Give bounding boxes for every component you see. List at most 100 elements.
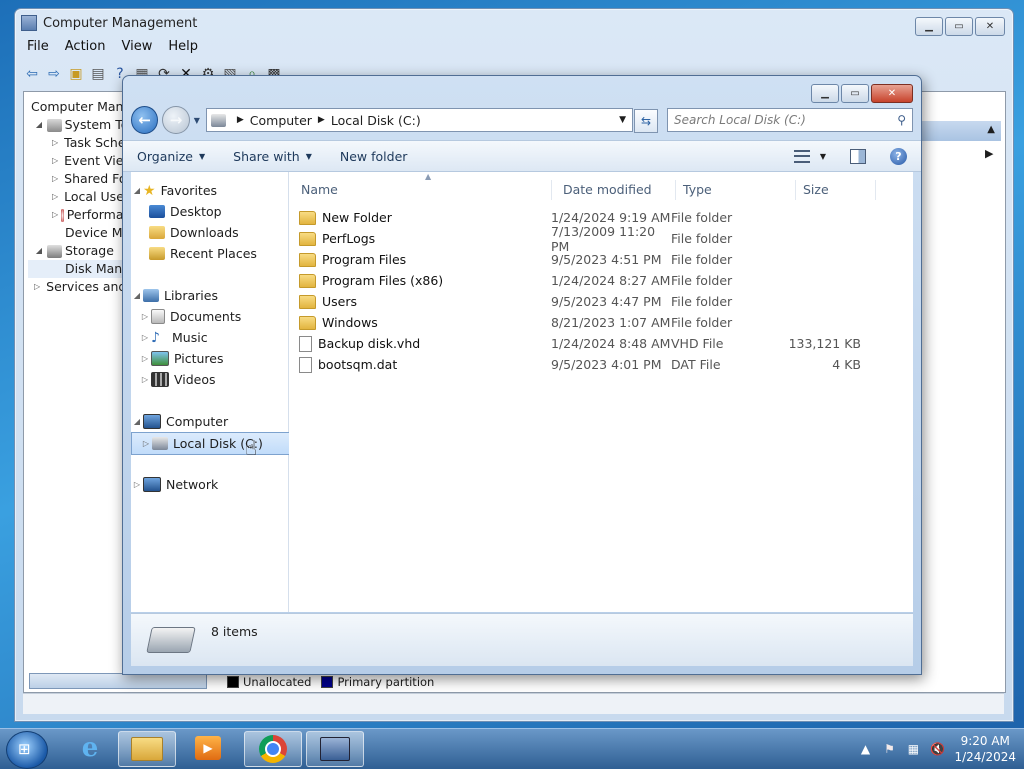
legend-primary: Primary partition bbox=[337, 675, 435, 689]
menu-action[interactable]: Action bbox=[57, 37, 114, 57]
minimize-button[interactable]: ▁ bbox=[811, 84, 839, 103]
refresh-button[interactable]: ⇆ bbox=[633, 109, 658, 133]
collapsed-arrow-icon[interactable]: ▷ bbox=[139, 312, 151, 321]
nav-videos[interactable]: ▷ Videos bbox=[131, 369, 294, 390]
taskbar: ⊞ e ▶ ▲ ⚑ ▦ 🔇 9:20 AM 1/24/2024 bbox=[0, 728, 1024, 769]
search-box[interactable]: Search Local Disk (C:) ⚲ bbox=[666, 108, 913, 132]
network-icon bbox=[143, 477, 161, 492]
nav-desktop[interactable]: Desktop bbox=[131, 201, 304, 222]
chrome-button[interactable] bbox=[244, 731, 302, 767]
back-button[interactable]: ← bbox=[131, 106, 159, 134]
action-center-flag-icon[interactable]: ⚑ bbox=[882, 742, 896, 756]
show-hide-tree-icon[interactable]: ▤ bbox=[89, 65, 107, 83]
computer-management-button[interactable] bbox=[306, 731, 364, 767]
nav-local-disk[interactable]: ▷ Local Disk (C:) bbox=[131, 432, 294, 455]
share-with-button[interactable]: Share with ▼ bbox=[219, 149, 326, 164]
breadcrumb-local-disk[interactable]: Local Disk (C:) bbox=[331, 113, 421, 128]
list-item[interactable]: Windows 8/21/2023 1:07 AM File folder bbox=[299, 312, 899, 333]
volume-muted-icon[interactable]: 🔇 bbox=[930, 742, 945, 756]
menu-file[interactable]: File bbox=[19, 37, 57, 57]
recent-pages-dropdown-icon[interactable]: ▼ bbox=[194, 116, 200, 125]
menu-help[interactable]: Help bbox=[160, 37, 206, 57]
expanded-arrow-icon[interactable]: ◢ bbox=[131, 186, 143, 195]
media-player-button[interactable]: ▶ bbox=[180, 731, 236, 765]
expanded-arrow-icon[interactable]: ◢ bbox=[131, 417, 143, 426]
expanded-arrow-icon[interactable]: ◢ bbox=[131, 291, 143, 300]
collapse-up-icon[interactable]: ▲ bbox=[987, 124, 995, 135]
maximize-button[interactable]: ▭ bbox=[841, 84, 869, 103]
collapsed-arrow-icon[interactable]: ▷ bbox=[139, 333, 151, 342]
view-options-dropdown-icon[interactable]: ▼ bbox=[820, 152, 826, 161]
recent-places-icon bbox=[149, 247, 165, 260]
collapsed-arrow-icon[interactable]: ▷ bbox=[139, 354, 151, 363]
close-button[interactable]: ✕ bbox=[871, 84, 913, 103]
list-item[interactable]: Program Files 9/5/2023 4:51 PM File fold… bbox=[299, 249, 899, 270]
address-dropdown-icon[interactable]: ▼ bbox=[619, 115, 626, 125]
collapsed-arrow-icon[interactable]: ▷ bbox=[131, 480, 143, 489]
show-hidden-icons-icon[interactable]: ▲ bbox=[858, 742, 872, 756]
unallocated-swatch bbox=[227, 676, 239, 688]
nav-computer[interactable]: ◢ Computer bbox=[131, 411, 286, 432]
expanded-arrow-icon[interactable]: ◢ bbox=[34, 116, 44, 134]
help-icon[interactable]: ? bbox=[890, 147, 907, 165]
nav-network[interactable]: ▷ Network bbox=[131, 474, 286, 495]
column-header-type[interactable]: Type bbox=[677, 180, 796, 200]
internet-explorer-button[interactable]: e bbox=[62, 731, 118, 765]
column-header-size[interactable]: Size bbox=[797, 180, 876, 200]
list-item[interactable]: Users 9/5/2023 4:47 PM File folder bbox=[299, 291, 899, 312]
start-button[interactable]: ⊞ bbox=[6, 731, 48, 769]
nav-favorites[interactable]: ◢ ★ Favorites bbox=[131, 180, 286, 201]
network-status-icon[interactable]: ▦ bbox=[906, 742, 920, 756]
nav-documents[interactable]: ▷ Documents bbox=[131, 306, 294, 327]
list-item[interactable]: PerfLogs 7/13/2009 11:20 PM File folder bbox=[299, 224, 899, 254]
videos-icon bbox=[151, 372, 169, 387]
change-view-icon[interactable] bbox=[793, 149, 810, 163]
collapsed-arrow-icon[interactable]: ▷ bbox=[52, 152, 58, 170]
collapsed-arrow-icon[interactable]: ▷ bbox=[140, 439, 152, 448]
collapsed-arrow-icon[interactable]: ▷ bbox=[52, 188, 58, 206]
nav-recent-places[interactable]: Recent Places bbox=[131, 243, 304, 264]
expand-right-icon[interactable]: ▶ bbox=[985, 147, 993, 160]
disk-legend: Unallocated Primary partition bbox=[227, 675, 434, 689]
cm-close-button[interactable]: ✕ bbox=[975, 17, 1005, 36]
hard-drive-icon bbox=[146, 627, 196, 653]
breadcrumb-computer[interactable]: Computer bbox=[250, 113, 312, 128]
clock[interactable]: 9:20 AM 1/24/2024 bbox=[954, 733, 1016, 765]
column-header-date-modified[interactable]: Date modified bbox=[557, 180, 676, 200]
cm-maximize-button[interactable]: ▭ bbox=[945, 17, 973, 36]
collapsed-arrow-icon[interactable]: ▷ bbox=[34, 278, 40, 296]
list-item[interactable]: Program Files (x86) 1/24/2024 8:27 AM Fi… bbox=[299, 270, 899, 291]
forward-arrow-icon[interactable]: ⇨ bbox=[45, 65, 63, 83]
back-arrow-icon[interactable]: ⇦ bbox=[23, 65, 41, 83]
cm-horizontal-scrollbar[interactable] bbox=[29, 673, 207, 689]
collapsed-arrow-icon[interactable]: ▷ bbox=[52, 134, 58, 152]
menu-view[interactable]: View bbox=[113, 37, 160, 57]
cm-minimize-button[interactable]: ▁ bbox=[915, 17, 943, 36]
file-icon bbox=[299, 356, 312, 373]
list-item[interactable]: bootsqm.dat 9/5/2023 4:01 PM DAT File 4 … bbox=[299, 354, 899, 375]
nav-music[interactable]: ▷ ♪ Music bbox=[131, 327, 294, 348]
collapsed-arrow-icon[interactable]: ▷ bbox=[52, 206, 58, 224]
address-bar[interactable]: ▶ Computer ▶ Local Disk (C:) ▼ ⇆ bbox=[205, 108, 658, 133]
cm-status-bar bbox=[23, 693, 1004, 714]
organize-button[interactable]: Organize ▼ bbox=[123, 149, 219, 164]
actions-pane-header[interactable]: ▲ bbox=[915, 121, 1001, 141]
cm-menu-bar: File Action View Help bbox=[19, 37, 1005, 57]
nav-libraries[interactable]: ◢ Libraries bbox=[131, 285, 286, 306]
nav-downloads[interactable]: Downloads bbox=[131, 222, 304, 243]
nav-pictures[interactable]: ▷ Pictures bbox=[131, 348, 294, 369]
breadcrumb-separator-icon[interactable]: ▶ bbox=[237, 115, 244, 125]
new-folder-button[interactable]: New folder bbox=[326, 149, 422, 164]
search-icon[interactable]: ⚲ bbox=[897, 113, 906, 127]
list-item[interactable]: Backup disk.vhd 1/24/2024 8:48 AM VHD Fi… bbox=[299, 333, 899, 354]
expanded-arrow-icon[interactable]: ◢ bbox=[34, 242, 44, 260]
up-folder-icon[interactable]: ▣ bbox=[67, 65, 85, 83]
cm-title-bar: Computer Management bbox=[21, 15, 197, 31]
file-explorer-button[interactable] bbox=[118, 731, 176, 767]
breadcrumb-separator-icon[interactable]: ▶ bbox=[318, 115, 325, 125]
forward-button[interactable]: → bbox=[162, 106, 190, 134]
collapsed-arrow-icon[interactable]: ▷ bbox=[139, 375, 151, 384]
collapsed-arrow-icon[interactable]: ▷ bbox=[52, 170, 58, 188]
preview-pane-icon[interactable] bbox=[850, 148, 866, 164]
column-header-name[interactable]: Name bbox=[295, 180, 552, 200]
